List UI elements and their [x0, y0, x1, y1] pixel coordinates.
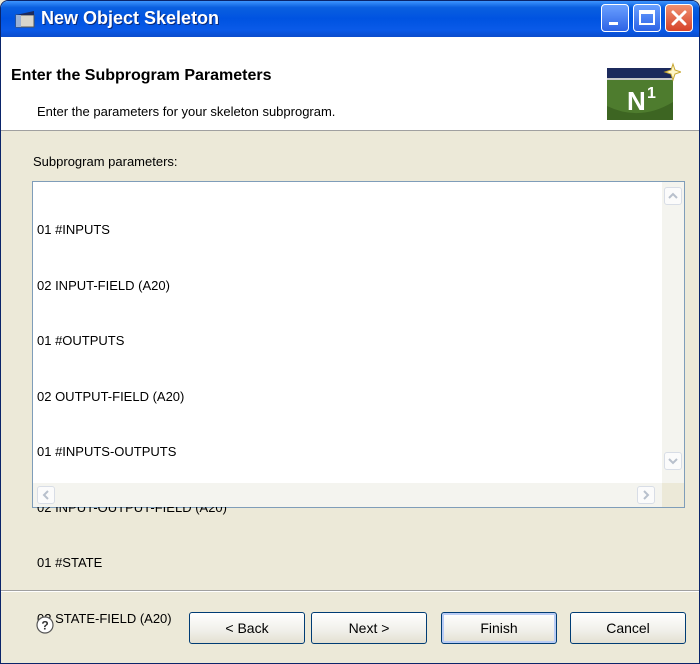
close-icon	[671, 10, 687, 26]
param-line: 01 #INPUTS	[37, 222, 110, 237]
param-line: 01 #STATE	[37, 555, 103, 570]
scroll-right-button[interactable]	[637, 486, 655, 504]
finish-button[interactable]: Finish	[441, 612, 557, 644]
parameters-label: Subprogram parameters:	[33, 154, 178, 169]
minimize-icon	[609, 22, 618, 25]
svg-text:?: ?	[41, 619, 48, 633]
window-title: New Object Skeleton	[41, 8, 220, 28]
chevron-left-icon	[42, 490, 49, 500]
parameters-textarea[interactable]: 01 #INPUTS 02 INPUT-FIELD (A20) 01 #OUTP…	[32, 181, 685, 626]
maximize-icon	[639, 10, 655, 25]
scroll-down-button[interactable]	[664, 452, 682, 470]
next-button[interactable]: Next >	[311, 612, 427, 644]
logo-superscript: 1	[647, 85, 656, 102]
back-button[interactable]: < Back	[189, 612, 305, 644]
help-icon[interactable]: ?	[36, 616, 54, 634]
chevron-up-icon	[668, 192, 678, 199]
footer-divider-highlight	[1, 591, 699, 592]
page-title: Enter the Subprogram Parameters	[11, 67, 272, 84]
param-line: 01 #INPUTS-OUTPUTS	[37, 444, 177, 459]
logo-letter: N	[627, 86, 646, 116]
minimize-button[interactable]	[601, 4, 629, 32]
scroll-left-button[interactable]	[37, 486, 55, 504]
horizontal-scrollbar[interactable]	[33, 483, 662, 507]
param-line: 01 #OUTPUTS	[37, 333, 125, 348]
title-bar[interactable]: New Object Skeleton	[1, 1, 699, 37]
scroll-up-button[interactable]	[664, 187, 682, 205]
param-line: 02 OUTPUT-FIELD (A20)	[37, 388, 185, 404]
chevron-down-icon	[668, 458, 678, 465]
wizard-header: Enter the Subprogram Parameters Enter th…	[1, 37, 699, 131]
page-description: Enter the parameters for your skeleton s…	[37, 104, 336, 119]
natural-logo-icon: N 1	[607, 62, 681, 120]
cancel-button[interactable]: Cancel	[570, 612, 686, 644]
window-app-icon	[15, 11, 35, 28]
maximize-button[interactable]	[633, 4, 661, 32]
vertical-scrollbar[interactable]	[662, 182, 684, 483]
dialog-window: New Object Skeleton Enter the Subprogram…	[0, 0, 700, 664]
param-line: 02 INPUT-FIELD (A20)	[37, 277, 170, 293]
chevron-right-icon	[643, 490, 650, 500]
close-button[interactable]	[665, 4, 693, 32]
scrollbar-corner	[662, 483, 684, 507]
